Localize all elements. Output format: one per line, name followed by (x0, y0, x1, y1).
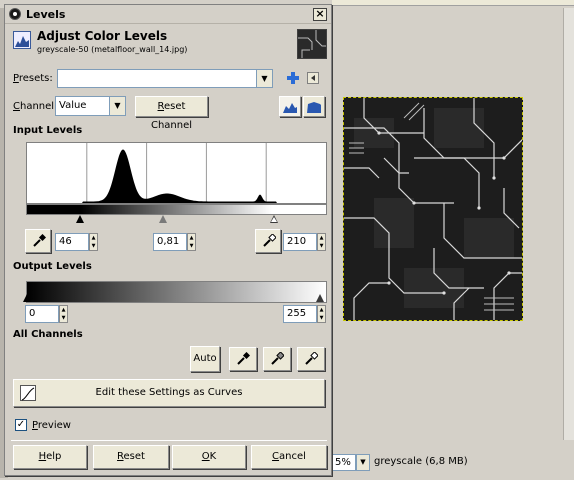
output-low-field[interactable]: 0 (25, 305, 59, 323)
image-status-label: greyscale (6,8 MB) (374, 456, 468, 467)
image-window-ruler (332, 0, 574, 6)
zoom-field[interactable]: 5% (332, 454, 356, 471)
input-levels-sliders[interactable] (26, 215, 327, 224)
channel-combo[interactable]: Value (55, 96, 111, 116)
linear-histogram-icon[interactable] (279, 96, 301, 117)
output-black-slider[interactable] (23, 294, 31, 302)
image-thumbnail (297, 29, 327, 59)
reset-channel-button[interactable]: Reset Channel (135, 96, 208, 131)
output-high-spinner[interactable]: ▲ ▼ (317, 305, 326, 323)
presets-combo[interactable] (57, 69, 257, 88)
status-bar: 5% ▼ greyscale (6,8 MB) (332, 448, 574, 476)
white-eyedropper-icon[interactable] (255, 229, 281, 253)
all-channels-heading: All Channels (13, 329, 83, 340)
black-point-slider[interactable] (76, 215, 85, 223)
input-high-spinner[interactable]: ▲ ▼ (317, 233, 326, 251)
vertical-scrollbar[interactable] (563, 8, 574, 440)
dialog-title: Levels (26, 8, 66, 21)
chevron-down-icon[interactable]: ▼ (109, 96, 126, 116)
ok-button[interactable]: OK (172, 445, 246, 469)
black-point-eyedropper-icon[interactable] (229, 347, 257, 371)
close-button[interactable]: × (313, 8, 327, 21)
separator (11, 440, 327, 441)
levels-dialog: Levels × Adjust Color Levels greyscale-5… (4, 4, 332, 476)
input-levels-heading: Input Levels (13, 125, 83, 136)
plus-icon[interactable] (286, 71, 300, 85)
dialog-header-title: Adjust Color Levels (37, 29, 168, 43)
circuit-texture-image (344, 98, 522, 320)
gamma-field[interactable]: 0,81 (153, 233, 187, 251)
gamma-spinner[interactable]: ▲ ▼ (187, 233, 196, 251)
menu-arrow-icon[interactable] (307, 72, 319, 84)
gamma-slider[interactable] (158, 215, 167, 223)
presets-label: Presets: (13, 73, 53, 84)
output-high-field[interactable]: 255 (283, 305, 317, 323)
auto-button[interactable]: Auto (190, 346, 220, 372)
input-high-field[interactable]: 210 (283, 233, 317, 251)
chevron-down-icon[interactable]: ▼ (256, 69, 273, 88)
edit-as-curves-label: Edit these Settings as Curves (95, 387, 243, 398)
dialog-header-subtitle: greyscale-50 (metalfloor_wall_14.jpg) (37, 45, 188, 54)
cancel-button[interactable]: Cancel (251, 445, 327, 469)
histogram[interactable] (26, 142, 327, 204)
input-levels-gradient (26, 204, 327, 215)
histogram-area (27, 149, 326, 203)
log-histogram-icon[interactable] (303, 96, 325, 117)
image-canvas[interactable] (343, 97, 523, 321)
curves-icon (20, 385, 36, 401)
zoom-dropdown-icon[interactable]: ▼ (356, 454, 370, 471)
reset-button[interactable]: Reset (93, 445, 169, 469)
levels-icon (13, 31, 31, 49)
preview-label: Preview (32, 420, 71, 431)
gray-point-eyedropper-icon[interactable] (263, 347, 291, 371)
output-levels-gradient (26, 281, 327, 303)
gimp-app-icon (9, 8, 21, 20)
dialog-titlebar[interactable]: Levels × (5, 5, 331, 24)
channel-label: Channel: (13, 101, 58, 112)
black-eyedropper-icon[interactable] (25, 229, 51, 253)
output-white-slider[interactable] (316, 294, 324, 302)
input-low-field[interactable]: 46 (55, 233, 89, 251)
white-point-slider[interactable] (269, 215, 278, 223)
white-point-eyedropper-icon[interactable] (297, 347, 325, 371)
input-low-spinner[interactable]: ▲ ▼ (89, 233, 98, 251)
output-levels-heading: Output Levels (13, 261, 92, 272)
edit-as-curves-button[interactable]: Edit these Settings as Curves (13, 379, 325, 407)
help-button[interactable]: Help (13, 445, 87, 469)
preview-checkbox[interactable]: ✓ (15, 419, 27, 431)
output-low-spinner[interactable]: ▲ ▼ (59, 305, 68, 323)
